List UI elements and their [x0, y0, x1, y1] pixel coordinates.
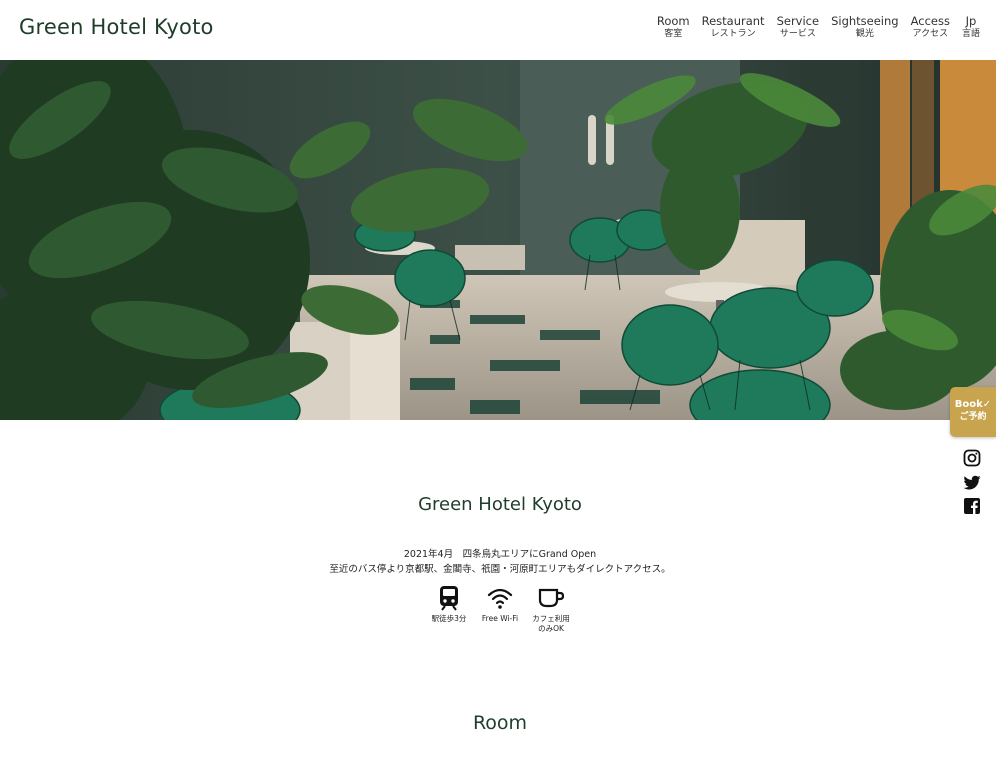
nav-item-service[interactable]: Service サービス: [777, 14, 820, 41]
feature-cafe: カフェ利用 のみOK: [521, 585, 581, 634]
main-nav: Room 客室 Restaurant レストラン Service サービス Si…: [657, 14, 980, 41]
nav-label-en: Access: [910, 14, 950, 28]
twitter-icon[interactable]: [962, 472, 982, 492]
nav-item-access[interactable]: Access アクセス: [911, 14, 950, 41]
cup-icon: [538, 588, 565, 608]
book-label-jp: ご予約: [959, 412, 987, 422]
nav-label-en: Jp: [965, 14, 977, 28]
train-icon: [440, 586, 458, 611]
intro-opening-text: 2021年4月 四条烏丸エリアにGrand Open: [403, 549, 597, 560]
nav-item-room[interactable]: Room 客室: [657, 14, 690, 41]
nav-label-jp: サービス: [779, 29, 816, 39]
nav-label-jp: レストラン: [710, 29, 756, 39]
intro-access-text: 至近のバス停より京都駅、金閣寺、祇園・河原町エリアもダイレクトアクセス。: [329, 564, 671, 575]
wifi-icon: [487, 588, 513, 609]
feature-label: カフェ利用: [532, 614, 570, 623]
hero-image: [0, 60, 996, 420]
hero-illustration: [0, 60, 996, 420]
site-logo[interactable]: Green Hotel Kyoto: [19, 15, 214, 39]
feature-label-line2: のみOK: [538, 624, 564, 633]
nav-label-en: Service: [776, 14, 820, 28]
site-header: Green Hotel Kyoto Room 客室 Restaurant レスト…: [0, 0, 996, 60]
nav-label-jp: 言語: [961, 29, 980, 39]
book-button[interactable]: Book✓ ご予約: [950, 387, 996, 437]
instagram-icon[interactable]: [962, 448, 982, 468]
nav-item-sightseeing[interactable]: Sightseeing 観光: [831, 14, 899, 41]
nav-label-jp: 観光: [855, 29, 874, 39]
nav-label-en: Restaurant: [701, 14, 765, 28]
nav-label-en: Room: [656, 14, 690, 28]
room-section-title: Room: [472, 712, 528, 734]
nav-label-jp: アクセス: [912, 29, 949, 39]
nav-label-en: Sightseeing: [831, 14, 899, 28]
book-label-en: Book✓: [954, 399, 992, 410]
nav-label-jp: 客室: [664, 29, 683, 39]
nav-item-restaurant[interactable]: Restaurant レストラン: [702, 14, 765, 41]
intro-title: Green Hotel Kyoto: [418, 494, 582, 515]
nav-item-language[interactable]: Jp 言語: [962, 14, 980, 41]
